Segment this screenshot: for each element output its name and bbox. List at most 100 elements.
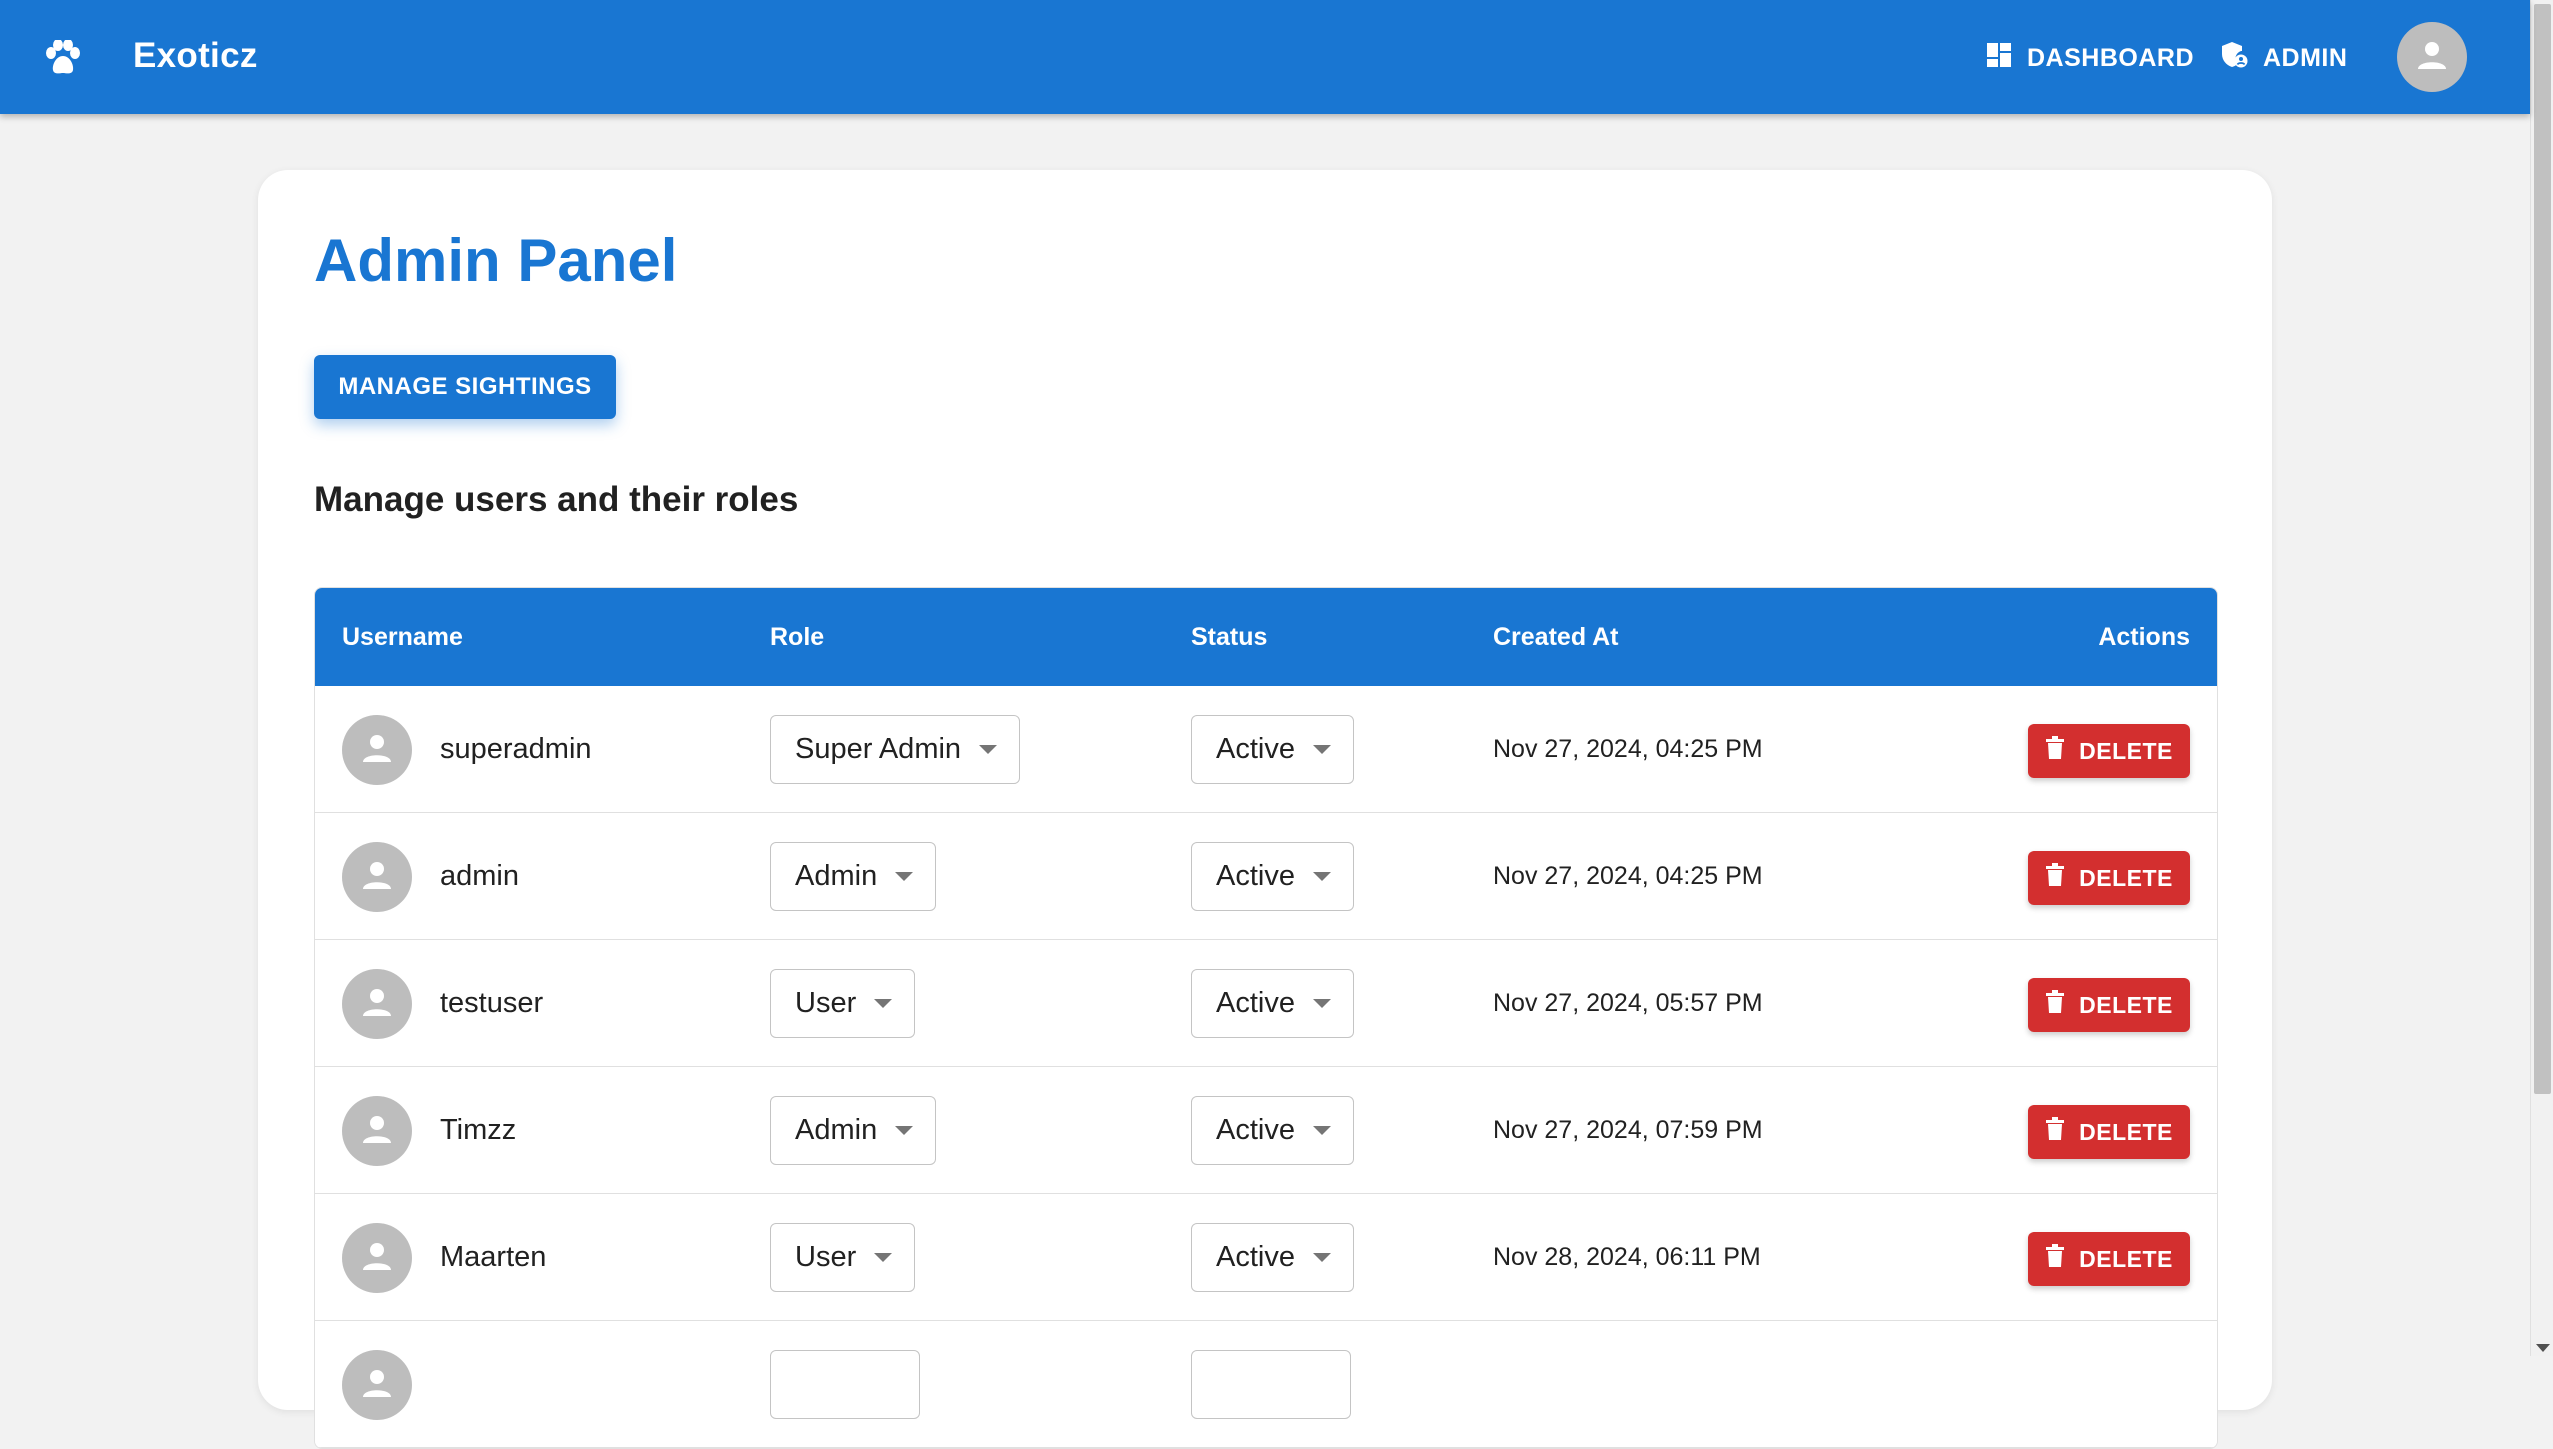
dropdown-caret-icon [874, 1253, 893, 1262]
dropdown-caret-icon [1312, 1253, 1331, 1262]
user-avatar [342, 1096, 412, 1166]
header-status: Status [1191, 623, 1268, 651]
dropdown-caret-icon [979, 745, 998, 754]
status-select[interactable]: Active [1191, 1223, 1354, 1292]
dropdown-caret-icon [1312, 1126, 1331, 1135]
username: superadmin [440, 733, 592, 765]
table-row: admin Admin Active Nov 27, 2024, 04:25 P… [315, 813, 2217, 940]
person-icon [360, 985, 394, 1024]
delete-user-button[interactable]: DELETE [2028, 1232, 2190, 1286]
status-select[interactable]: Active [1191, 969, 1354, 1038]
person-icon [360, 1239, 394, 1278]
trash-icon [2045, 1117, 2079, 1147]
dashboard-icon [1985, 41, 2027, 76]
person-icon [360, 1366, 394, 1405]
username: Timzz [440, 1114, 517, 1146]
header-username: Username [342, 623, 463, 651]
user-avatar [342, 842, 412, 912]
trash-icon [2045, 863, 2079, 893]
page-title: Admin Panel [314, 227, 678, 294]
status-select[interactable]: Active [1191, 715, 1354, 784]
table-row: Timzz Admin Active Nov 27, 2024, 07:59 P… [315, 1067, 2217, 1194]
role-select[interactable]: User [770, 969, 916, 1038]
status-select-value: Active [1216, 1241, 1295, 1273]
header-created-at: Created At [1493, 623, 1619, 651]
role-select[interactable]: Admin [770, 842, 937, 911]
delete-label: DELETE [2079, 737, 2173, 764]
delete-label: DELETE [2079, 1245, 2173, 1272]
app-brand[interactable]: Exoticz [133, 36, 258, 76]
username: Maarten [440, 1241, 547, 1273]
status-select[interactable]: Active [1191, 1096, 1354, 1165]
section-subtitle: Manage users and their roles [314, 480, 799, 519]
role-select-value: User [795, 1241, 857, 1273]
table-row: testuser User Active Nov 27, 2024, 05:57… [315, 940, 2217, 1067]
person-icon [360, 1112, 394, 1151]
delete-user-button[interactable]: DELETE [2028, 724, 2190, 778]
status-select[interactable]: Active [1191, 842, 1354, 911]
admin-shield-icon [2219, 40, 2263, 77]
person-icon [2415, 38, 2449, 77]
nav-admin-button[interactable]: ADMIN [2219, 36, 2347, 80]
dropdown-caret-icon [874, 999, 893, 1008]
manage-sightings-button[interactable]: MANAGE SIGHTINGS [314, 355, 616, 419]
table-row [315, 1321, 2217, 1448]
paw-icon[interactable] [44, 39, 82, 76]
scrollbar-thumb[interactable] [2534, 4, 2551, 1094]
dropdown-caret-icon [1312, 872, 1331, 881]
created-at: Nov 28, 2024, 06:11 PM [1493, 1243, 1761, 1271]
delete-label: DELETE [2079, 991, 2173, 1018]
status-select-value: Active [1216, 733, 1295, 765]
table-row: Maarten User Active Nov 28, 2024, 06:11 … [315, 1194, 2217, 1321]
trash-icon [2045, 736, 2079, 766]
user-avatar [342, 1350, 412, 1420]
role-select[interactable]: User [770, 1223, 916, 1292]
role-select-value: User [795, 987, 857, 1019]
dropdown-caret-icon [1312, 999, 1331, 1008]
status-select-value: Active [1216, 1114, 1295, 1146]
delete-user-button[interactable]: DELETE [2028, 851, 2190, 905]
role-select[interactable]: Super Admin [770, 715, 1021, 784]
dropdown-caret-icon [895, 1126, 914, 1135]
user-avatar [342, 969, 412, 1039]
person-icon [360, 731, 394, 770]
header-actions: Actions [2098, 623, 2190, 651]
table-header: Username Role Status Created At Actions [315, 588, 2217, 686]
admin-panel-card: Admin Panel MANAGE SIGHTINGS Manage user… [258, 170, 2272, 1449]
status-select-value: Active [1216, 987, 1295, 1019]
created-at: Nov 27, 2024, 07:59 PM [1493, 1116, 1763, 1144]
role-select-value: Admin [795, 1114, 878, 1146]
role-select-value: Admin [795, 860, 878, 892]
nav-admin-label: ADMIN [2263, 43, 2348, 72]
username: testuser [440, 987, 544, 1019]
dropdown-caret-icon [895, 872, 914, 881]
status-select-value: Active [1216, 860, 1295, 892]
nav-dashboard-label: DASHBOARD [2027, 43, 2194, 72]
trash-icon [2045, 990, 2079, 1020]
delete-label: DELETE [2079, 1118, 2173, 1145]
created-at: Nov 27, 2024, 04:25 PM [1493, 735, 1763, 763]
user-avatar [342, 1223, 412, 1293]
role-select[interactable] [770, 1350, 920, 1419]
nav-dashboard-button[interactable]: DASHBOARD [1985, 36, 2194, 80]
user-avatar [342, 715, 412, 785]
page-scrollbar[interactable] [2530, 0, 2553, 1356]
role-select[interactable]: Admin [770, 1096, 937, 1165]
header-role: Role [770, 623, 825, 651]
created-at: Nov 27, 2024, 05:57 PM [1493, 989, 1763, 1017]
role-select-value: Super Admin [795, 733, 962, 765]
username: admin [440, 860, 519, 892]
scroll-down-arrow-icon[interactable] [2536, 1344, 2550, 1352]
person-icon [360, 858, 394, 897]
delete-user-button[interactable]: DELETE [2028, 978, 2190, 1032]
trash-icon [2045, 1244, 2079, 1274]
dropdown-caret-icon [1312, 745, 1331, 754]
status-select[interactable] [1191, 1350, 1351, 1419]
table-row: superadmin Super Admin Active Nov 27, 20… [315, 686, 2217, 813]
app-bar: Exoticz DASHBOARD ADMIN [0, 0, 2530, 114]
created-at: Nov 27, 2024, 04:25 PM [1493, 862, 1763, 890]
account-avatar[interactable] [2397, 22, 2467, 92]
delete-user-button[interactable]: DELETE [2028, 1105, 2190, 1159]
users-table: Username Role Status Created At Actions … [314, 587, 2218, 1449]
delete-label: DELETE [2079, 864, 2173, 891]
